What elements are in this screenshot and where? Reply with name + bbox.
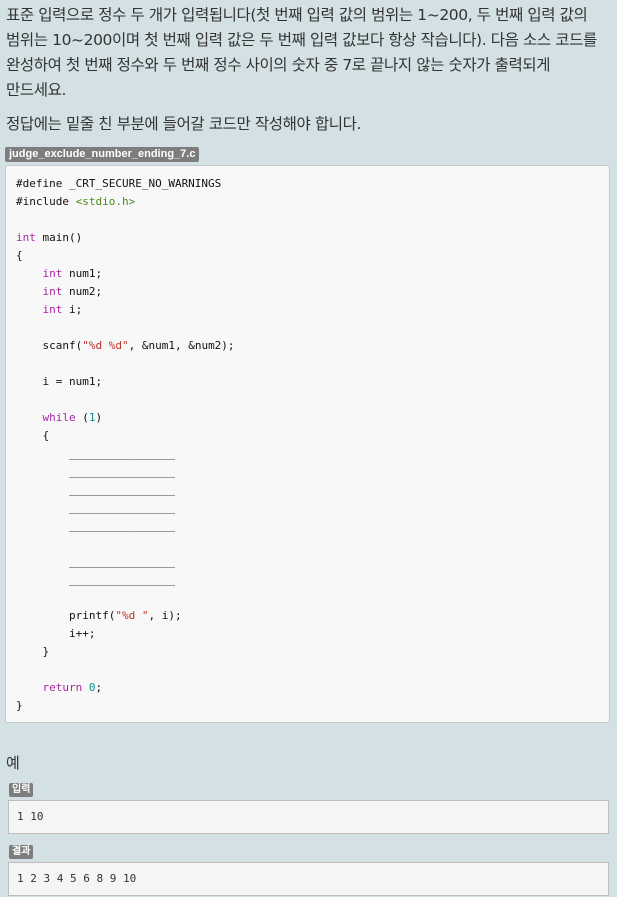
code-line: i = num1; xyxy=(16,375,103,388)
code-line: ________________ xyxy=(16,555,175,568)
code-line: } xyxy=(16,699,23,712)
code-line: ________________ xyxy=(16,483,175,496)
problem-description: 표준 입력으로 정수 두 개가 입력됩니다(첫 번째 입력 값의 범위는 1~2… xyxy=(6,6,597,99)
code-line: ________________ xyxy=(16,573,175,586)
code-line: printf("%d ", i); xyxy=(16,609,182,622)
code-line: scanf("%d %d", &num1, &num2); xyxy=(16,339,235,352)
code-line: ________________ xyxy=(16,465,175,478)
source-filename-label: judge_exclude_number_ending_7.c xyxy=(5,147,200,162)
code-line: #define _CRT_SECURE_NO_WARNINGS xyxy=(16,177,222,190)
example-output-box: 1 2 3 4 5 6 8 9 10 xyxy=(8,862,609,896)
code-line: return 0; xyxy=(42,681,103,694)
problem-note: 정답에는 밑줄 친 부분에 들어갈 코드만 작성해야 합니다. xyxy=(6,115,361,133)
code-line: while (1) xyxy=(42,411,103,424)
code-line: int num2; xyxy=(42,285,103,298)
code-line: { xyxy=(16,429,50,442)
example-heading: 예 xyxy=(6,754,20,772)
example-input-label: 입력 xyxy=(9,783,34,797)
code-line: ________________ xyxy=(16,447,175,460)
code-line: int num1; xyxy=(42,267,103,280)
code-line: int i; xyxy=(42,303,83,316)
code-line: int main() xyxy=(16,231,83,244)
code-line: #include <stdio.h> xyxy=(16,195,136,208)
code-line: ________________ xyxy=(16,501,175,514)
code-line: i++; xyxy=(16,627,96,640)
example-output-label: 결과 xyxy=(9,845,34,859)
code-line: { xyxy=(16,249,23,262)
code-line: } xyxy=(16,645,50,658)
source-code: #define _CRT_SECURE_NO_WARNINGS #include… xyxy=(16,175,609,715)
example-input-box: 1 10 xyxy=(8,800,609,834)
source-code-block: #define _CRT_SECURE_NO_WARNINGS #include… xyxy=(5,165,610,723)
code-line: ________________ xyxy=(16,519,175,532)
